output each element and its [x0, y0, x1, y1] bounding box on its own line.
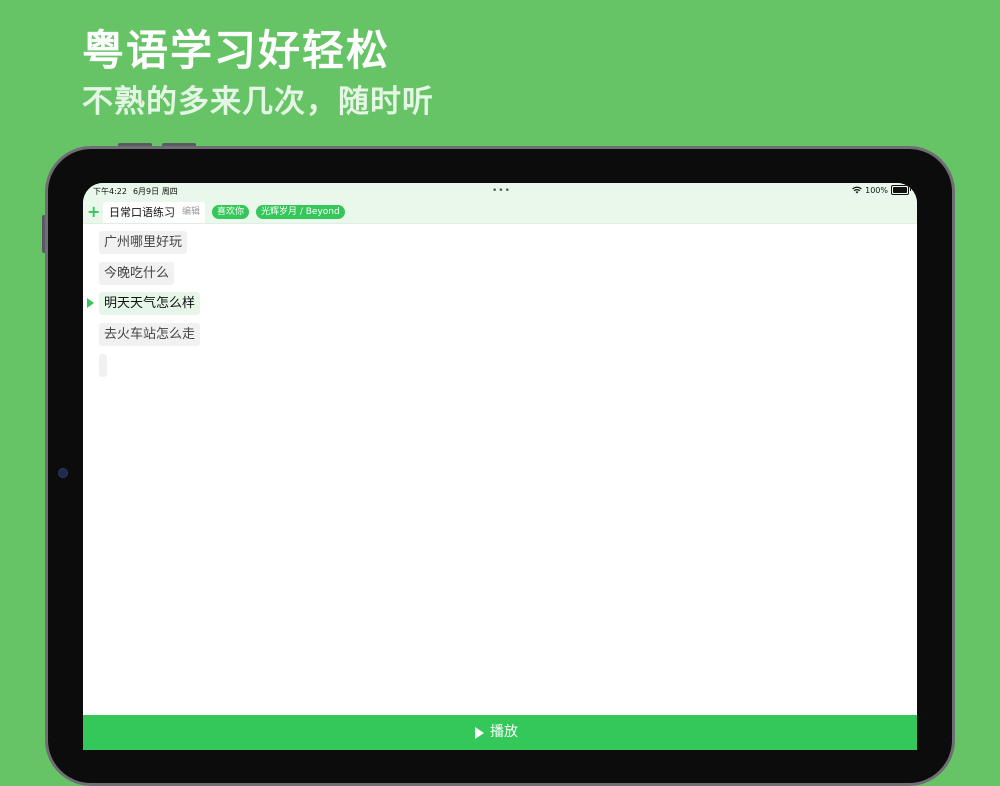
list-item: 今晚吃什么 — [83, 261, 917, 293]
play-button-label: 播放 — [490, 724, 518, 740]
play-button[interactable]: 播放 — [83, 715, 917, 750]
battery-icon — [891, 185, 911, 195]
phrase-list: 广州哪里好玩 今晚吃什么 明天天气怎么样 去火车站怎么走 — [83, 231, 917, 353]
tab-label: 日常口语练习 — [109, 206, 175, 219]
tab-daily-practice[interactable]: 日常口语练习 编辑 — [103, 202, 205, 223]
multitasking-dots-icon[interactable]: ••• — [492, 186, 511, 196]
play-button-content: 播放 — [475, 715, 518, 750]
status-indicators: 100% — [852, 185, 911, 195]
edit-button[interactable]: 编辑 — [182, 202, 200, 223]
phrase-item[interactable]: 今晚吃什么 — [99, 261, 175, 285]
status-time: 下午4:22 — [93, 187, 127, 196]
list-item: 明天天气怎么样 — [83, 292, 917, 323]
headline: 粤语学习好轻松 — [82, 26, 391, 75]
tab-pill-like-you[interactable]: 喜欢你 — [212, 205, 250, 219]
phrase-item-active[interactable]: 明天天气怎么样 — [99, 292, 201, 315]
wifi-icon — [852, 186, 862, 194]
list-item: 去火车站怎么走 — [83, 322, 917, 354]
list-item: 广州哪里好玩 — [83, 231, 917, 262]
app-screen: 下午4:22 6月9日 周四 ••• 100% + 日常口语练习 编辑 喜欢你 光… — [83, 183, 917, 750]
add-icon[interactable]: + — [87, 201, 100, 223]
tab-toolbar: + 日常口语练习 编辑 喜欢你 光辉岁月 / Beyond — [83, 201, 917, 224]
phrase-item[interactable]: 去火车站怎么走 — [99, 322, 201, 346]
play-icon — [475, 726, 484, 739]
battery-percent: 100% — [865, 185, 888, 195]
phrase-item[interactable]: 广州哪里好玩 — [99, 231, 188, 254]
status-time-date: 下午4:22 6月9日 周四 — [93, 186, 184, 197]
new-phrase-input[interactable] — [99, 354, 107, 377]
status-date: 6月9日 周四 — [132, 187, 178, 196]
tab-pill-glory-days[interactable]: 光辉岁月 / Beyond — [256, 205, 345, 219]
now-playing-icon — [87, 298, 94, 308]
subheadline: 不熟的多来几次，随时听 — [82, 84, 434, 120]
camera-icon — [58, 468, 68, 478]
status-bar: 下午4:22 6月9日 周四 ••• 100% — [83, 183, 917, 201]
